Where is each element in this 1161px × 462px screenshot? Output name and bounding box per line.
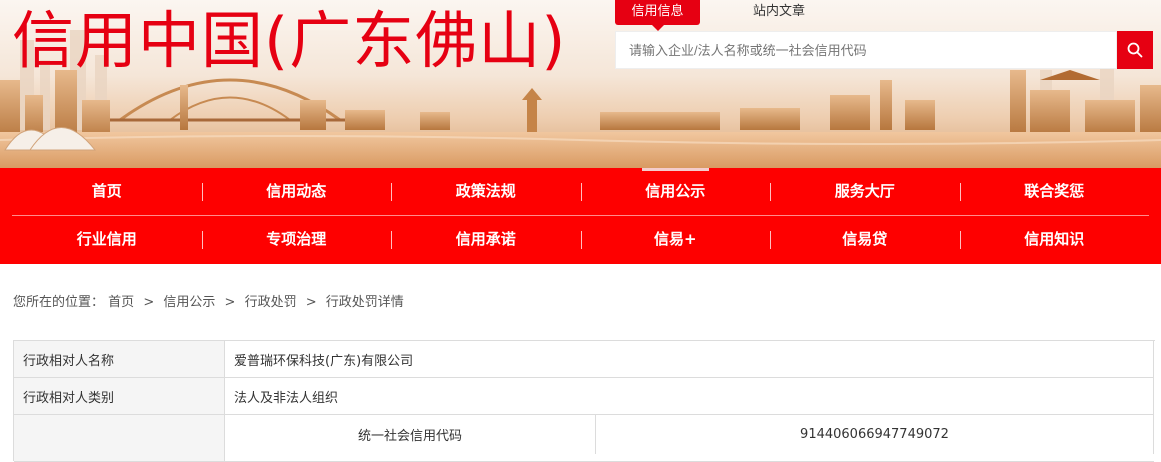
penalty-detail-table: 行政相对人名称 爱普瑞环保科技(广东)有限公司 行政相对人类别 法人及非法人组织…: [13, 340, 1155, 462]
field-label: 行政相对人类别: [14, 378, 225, 414]
credit-code-label: 统一社会信用代码: [225, 415, 596, 454]
nav-item-service-hall[interactable]: 服务大厅: [770, 168, 960, 215]
table-row: 统一社会信用代码 914406066947749072: [14, 415, 1154, 462]
nav-item-xinyi-loan[interactable]: 信易贷: [770, 216, 960, 263]
table-row: 行政相对人类别 法人及非法人组织: [14, 378, 1154, 415]
field-value: 法人及非法人组织: [225, 378, 1154, 414]
search-icon: [1127, 42, 1143, 58]
search-input[interactable]: [615, 31, 1117, 69]
nav-item-joint-rewards-penalties[interactable]: 联合奖惩: [959, 168, 1150, 215]
tab-credit-info[interactable]: 信用信息: [615, 0, 700, 31]
nav-item-home[interactable]: 首页: [12, 168, 202, 215]
breadcrumb-separator: >: [143, 295, 155, 310]
table-row: 行政相对人名称 爱普瑞环保科技(广东)有限公司: [14, 341, 1154, 378]
breadcrumb-separator: >: [305, 295, 317, 310]
field-value: 爱普瑞环保科技(广东)有限公司: [225, 341, 1154, 377]
breadcrumb-current: 行政处罚详情: [325, 295, 404, 310]
breadcrumb-admin-penalty[interactable]: 行政处罚: [245, 295, 297, 310]
breadcrumb-home[interactable]: 首页: [108, 295, 134, 310]
nav-item-credit-news[interactable]: 信用动态: [201, 168, 392, 215]
breadcrumb-separator: >: [224, 295, 236, 310]
search-button[interactable]: [1117, 31, 1153, 69]
site-title: 信用中国(广东佛山): [12, 4, 567, 77]
nav-item-industry-credit[interactable]: 行业信用: [12, 216, 202, 263]
breadcrumb: 您所在的位置： 首页 > 信用公示 > 行政处罚 > 行政处罚详情: [13, 291, 404, 310]
breadcrumb-credit-disclosure[interactable]: 信用公示: [163, 295, 215, 310]
nav-item-credit-knowledge[interactable]: 信用知识: [959, 216, 1150, 263]
nav-item-credit-disclosure[interactable]: 信用公示: [580, 168, 771, 215]
nav-item-policies[interactable]: 政策法规: [391, 168, 581, 215]
main-navigation: 首页 信用动态 政策法规 信用公示 服务大厅 联合奖惩 行业信用 专项治理 信用…: [0, 168, 1161, 264]
field-label: [14, 415, 225, 461]
nav-row-1: 首页 信用动态 政策法规 信用公示 服务大厅 联合奖惩: [12, 168, 1149, 215]
breadcrumb-prefix: 您所在的位置：: [13, 295, 105, 310]
tab-site-articles[interactable]: 站内文章: [751, 0, 807, 25]
nav-item-xinyi-plus[interactable]: 信易+: [580, 216, 771, 263]
credit-code-value: 914406066947749072: [596, 415, 1154, 454]
field-label: 行政相对人名称: [14, 341, 225, 377]
nav-item-special-governance[interactable]: 专项治理: [201, 216, 392, 263]
header-banner: 信用中国(广东佛山) 信用信息 站内文章: [0, 0, 1161, 168]
nav-item-credit-commitment[interactable]: 信用承诺: [391, 216, 581, 263]
nav-row-2: 行业信用 专项治理 信用承诺 信易+ 信易贷 信用知识: [12, 216, 1149, 263]
